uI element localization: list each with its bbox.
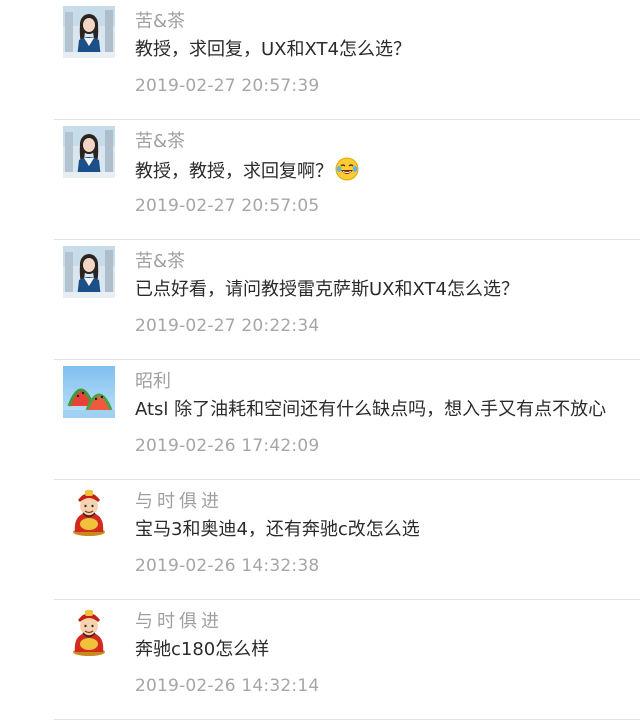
comment-text: 宝马3和奥迪4，还有奔驰c改怎么选	[135, 517, 420, 543]
comment-timestamp: 2019-02-26 14:32:14	[135, 676, 320, 696]
avatar[interactable]	[63, 606, 115, 658]
comment-text-body: 已点好看，请问教授雷克萨斯UX和XT4怎么选？	[135, 279, 519, 300]
comment-timestamp: 2019-02-27 20:57:05	[135, 196, 320, 216]
comment-timestamp: 2019-02-26 14:32:38	[135, 556, 320, 576]
comment-timestamp: 2019-02-27 20:57:39	[135, 76, 320, 96]
comment-timestamp: 2019-02-26 17:42:09	[135, 436, 320, 456]
laughing-tears-emoji-icon	[335, 157, 359, 189]
comment-text: Atsl 除了油耗和空间还有什么缺点吗，想入手又有点不放心	[135, 397, 606, 423]
comment-timestamp: 2019-02-27 20:22:34	[135, 316, 320, 336]
avatar[interactable]	[63, 6, 115, 58]
comment-text-body: Atsl 除了油耗和空间还有什么缺点吗，想入手又有点不放心	[135, 399, 607, 420]
avatar[interactable]	[63, 126, 115, 178]
comment-text-body: 宝马3和奥迪4，还有奔驰c改怎么选	[135, 519, 420, 540]
comment-text-body: 教授，求回复，UX和XT4怎么选？	[135, 39, 411, 60]
avatar[interactable]	[63, 486, 115, 538]
fortune-god-avatar-icon	[63, 486, 115, 538]
comment-text-body: 教授，教授，求回复啊？	[135, 161, 333, 182]
comment-nickname[interactable]: 苦&茶	[135, 250, 185, 274]
comment-text: 教授，教授，求回复啊？	[135, 157, 359, 189]
comment-nickname[interactable]: 与时俱进	[135, 490, 223, 514]
watermelon-avatar-icon	[63, 366, 115, 418]
divider	[54, 719, 640, 720]
comment-text-body: 奔驰c180怎么样	[135, 639, 270, 660]
girl-photo-avatar-icon	[63, 246, 115, 298]
comment-text: 已点好看，请问教授雷克萨斯UX和XT4怎么选？	[135, 277, 519, 303]
comment-item: 与时俱进 宝马3和奥迪4，还有奔驰c改怎么选 2019-02-26 14:32:…	[0, 480, 640, 600]
comment-item: 苦&茶 教授，求回复，UX和XT4怎么选？ 2019-02-27 20:57:3…	[0, 0, 640, 120]
comment-text: 奔驰c180怎么样	[135, 637, 269, 663]
avatar[interactable]	[63, 366, 115, 418]
comment-item: 昭利 Atsl 除了油耗和空间还有什么缺点吗，想入手又有点不放心 2019-02…	[0, 360, 640, 480]
comment-list: 苦&茶 教授，求回复，UX和XT4怎么选？ 2019-02-27 20:57:3…	[0, 0, 640, 720]
girl-photo-avatar-icon	[63, 6, 115, 58]
comment-nickname[interactable]: 与时俱进	[135, 610, 223, 634]
avatar[interactable]	[63, 246, 115, 298]
girl-photo-avatar-icon	[63, 126, 115, 178]
comment-text: 教授，求回复，UX和XT4怎么选？	[135, 37, 411, 63]
fortune-god-avatar-icon	[63, 606, 115, 658]
comment-item: 苦&茶 教授，教授，求回复啊？ 2019-02-27 20:57:05	[0, 120, 640, 240]
comment-item: 苦&茶 已点好看，请问教授雷克萨斯UX和XT4怎么选？ 2019-02-27 2…	[0, 240, 640, 360]
comment-item: 与时俱进 奔驰c180怎么样 2019-02-26 14:32:14	[0, 600, 640, 720]
comment-nickname[interactable]: 苦&茶	[135, 130, 185, 154]
comment-nickname[interactable]: 昭利	[135, 370, 171, 394]
comment-nickname[interactable]: 苦&茶	[135, 10, 185, 34]
